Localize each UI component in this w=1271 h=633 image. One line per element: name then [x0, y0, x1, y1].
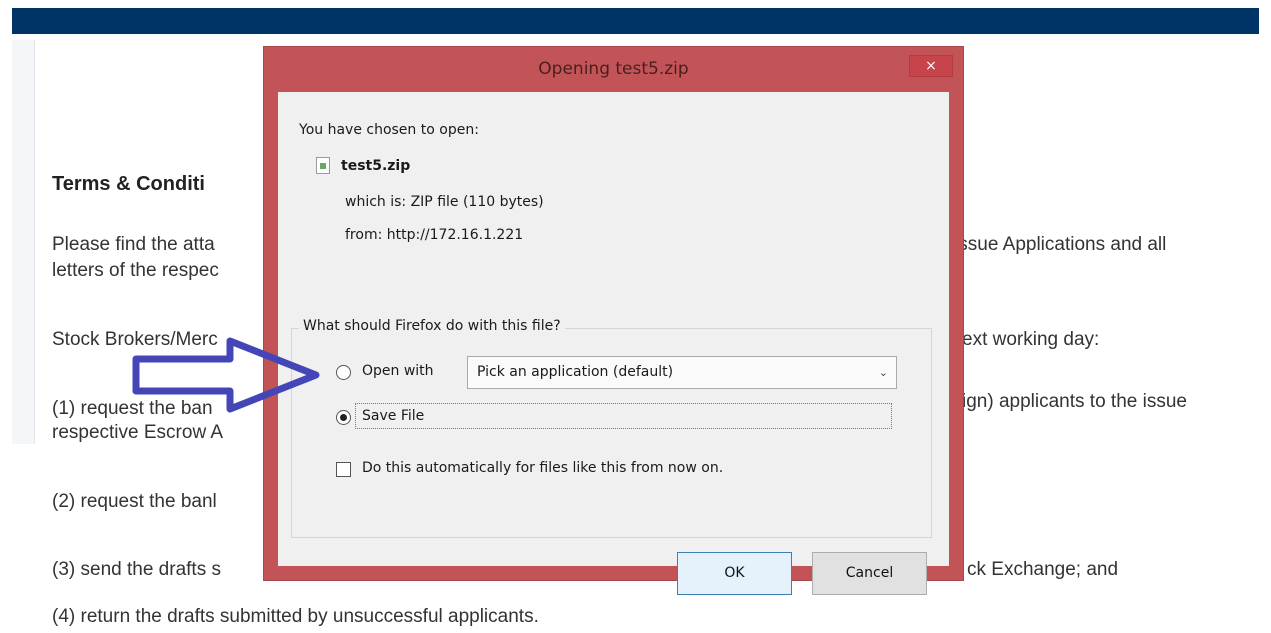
left-side-panel — [12, 40, 35, 444]
chevron-down-icon: ⌄ — [878, 366, 888, 379]
save-file-radio[interactable] — [336, 410, 351, 425]
ok-button[interactable]: OK — [677, 552, 792, 595]
file-name: test5.zip — [341, 158, 411, 174]
background-text-line: Issue Applications and all — [953, 234, 1167, 255]
chosen-label: You have chosen to open: — [299, 122, 479, 138]
background-text-line: (3) send the drafts s — [52, 559, 221, 580]
application-select[interactable]: Pick an application (default) ⌄ — [467, 356, 897, 389]
close-icon[interactable]: × — [909, 55, 953, 77]
save-file-label[interactable]: Save File — [362, 408, 424, 424]
dialog-title: Opening test5.zip — [538, 59, 689, 79]
background-text-line: ign) applicants to the issue — [962, 391, 1187, 412]
open-with-label[interactable]: Open with — [362, 363, 434, 379]
open-with-radio[interactable] — [336, 365, 351, 380]
top-navigation-bar — [12, 8, 1259, 34]
background-text-line: ext working day: — [962, 329, 1100, 350]
background-text-line: (4) return the drafts submitted by unsuc… — [52, 606, 539, 627]
auto-action-checkbox[interactable] — [336, 462, 351, 477]
background-text-line: letters of the respec — [52, 260, 219, 281]
auto-action-label[interactable]: Do this automatically for files like thi… — [362, 460, 723, 476]
dialog-body: You have chosen to open: test5.zip which… — [278, 92, 949, 595]
file-type-info: which is: ZIP file (110 bytes) — [345, 194, 544, 210]
terms-heading: Terms & Conditi — [52, 173, 205, 195]
zip-file-icon — [316, 157, 330, 174]
cancel-button[interactable]: Cancel — [812, 552, 927, 595]
file-source-info: from: http://172.16.1.221 — [345, 227, 524, 243]
application-select-value: Pick an application (default) — [477, 364, 674, 380]
background-text-line: Please find the atta — [52, 234, 215, 255]
background-text-line: ck Exchange; and — [967, 559, 1119, 580]
background-text-line: (2) request the banl — [52, 491, 217, 512]
download-dialog: Opening test5.zip × You have chosen to o… — [263, 46, 964, 595]
background-text-line: respective Escrow A — [52, 422, 224, 443]
save-file-focus-outline — [355, 403, 892, 429]
action-question: What should Firefox do with this file? — [299, 318, 565, 334]
arrow-right-icon — [132, 337, 320, 413]
